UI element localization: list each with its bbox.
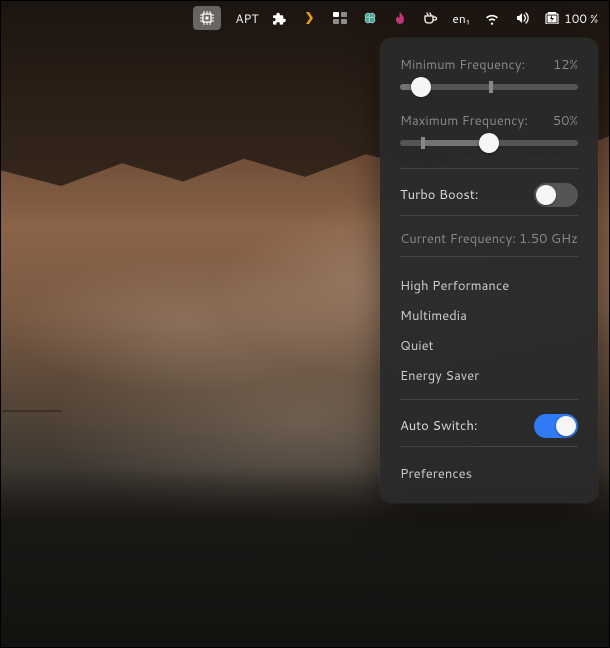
workspace-icon[interactable] (332, 10, 348, 26)
profile-quiet[interactable]: Quiet (400, 331, 578, 361)
auto-switch-toggle[interactable] (534, 414, 578, 438)
battery-icon (544, 10, 560, 26)
divider (400, 215, 578, 216)
clover-icon[interactable] (362, 10, 378, 26)
top-menubar: APT en₁ 100 % (0, 4, 610, 32)
auto-switch-label: Auto Switch: (400, 417, 478, 435)
divider (400, 446, 578, 447)
min-freq-slider[interactable] (400, 84, 578, 90)
keyboard-lang[interactable]: en₁ (452, 6, 470, 30)
current-freq-value: 1.50 GHz (519, 230, 578, 248)
wifi-icon[interactable] (484, 10, 500, 26)
divider (400, 168, 578, 169)
caffeine-icon[interactable] (422, 10, 438, 26)
plex-icon[interactable] (302, 10, 318, 26)
lang-label: en₁ (452, 10, 470, 27)
divider (400, 399, 578, 400)
divider (400, 256, 578, 257)
preferences-item[interactable]: Preferences (400, 461, 578, 487)
cpu-freq-panel: Minimum Frequency: 12% Maximum Frequency… (380, 38, 598, 503)
profile-energy-saver[interactable]: Energy Saver (400, 361, 578, 391)
current-freq-label: Current Frequency: (400, 230, 516, 248)
max-freq-slider[interactable] (400, 140, 578, 146)
flame-icon[interactable] (392, 10, 408, 26)
apt-tray[interactable]: APT (235, 6, 258, 30)
extension-icon[interactable] (272, 10, 288, 26)
max-freq-label: Maximum Frequency: (400, 112, 528, 130)
max-freq-value: 50% (553, 112, 578, 130)
cpu-chip-icon (199, 10, 215, 26)
profile-multimedia[interactable]: Multimedia (400, 301, 578, 331)
cpu-tray-indicator[interactable] (193, 6, 221, 30)
battery-tray[interactable]: 100 % (544, 6, 598, 30)
apt-label: APT (235, 10, 258, 27)
profile-high-performance[interactable]: High Performance (400, 271, 578, 301)
turbo-label: Turbo Boost: (400, 186, 478, 204)
turbo-toggle[interactable] (534, 183, 578, 207)
battery-percent: 100 % (564, 10, 598, 27)
volume-icon[interactable] (514, 10, 530, 26)
min-freq-value: 12% (553, 56, 578, 74)
min-freq-label: Minimum Frequency: (400, 56, 525, 74)
